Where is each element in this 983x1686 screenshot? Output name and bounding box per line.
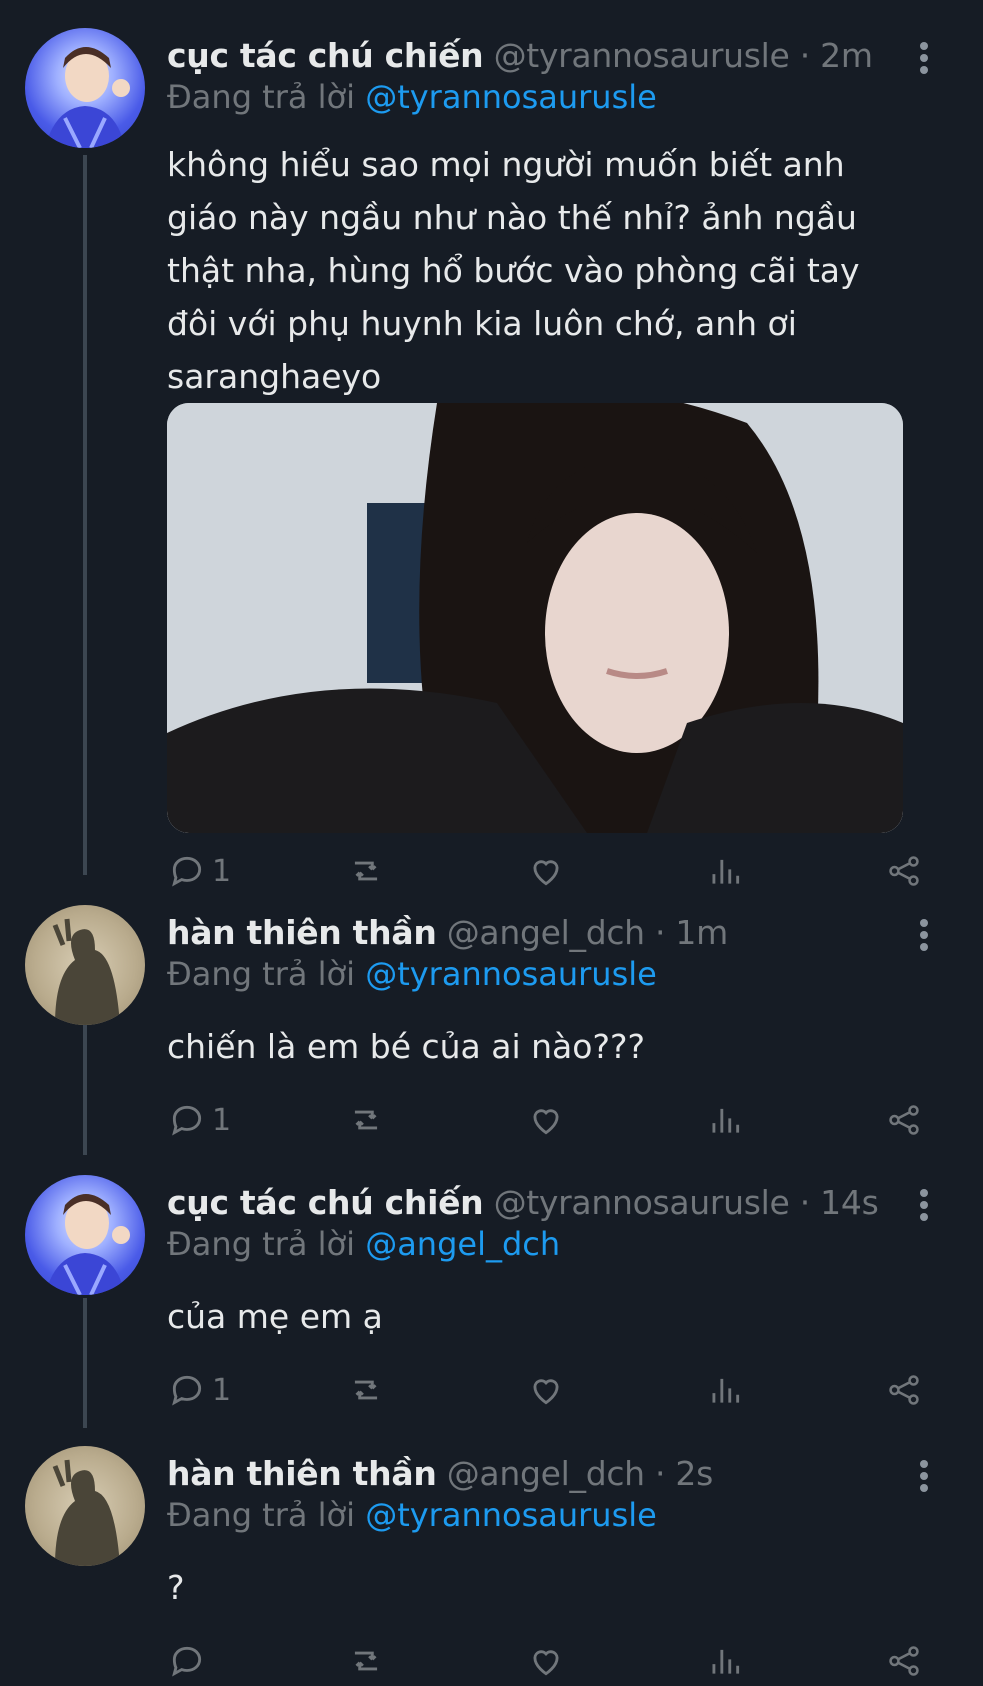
separator: · [655, 913, 666, 952]
views-button[interactable] [706, 1365, 744, 1415]
reply-button[interactable]: 1 [168, 846, 231, 896]
avatar[interactable] [25, 1175, 145, 1295]
reply-context: Đang trả lời @tyrannosaurusle [167, 955, 657, 993]
views-icon [712, 859, 740, 884]
heart-icon [533, 1109, 559, 1135]
tweet[interactable]: cục tác chú chiến @tyrannosaurusle · 2m … [0, 28, 983, 889]
user-handle[interactable]: @tyrannosaurusle [494, 36, 790, 75]
action-bar: 1 [0, 1095, 983, 1145]
action-bar: 1 [0, 1365, 983, 1415]
separator: · [655, 1454, 666, 1493]
views-button[interactable] [706, 846, 744, 896]
like-button[interactable] [527, 846, 565, 896]
tweet-text: không hiểu sao mọi người muốn biết anh g… [167, 145, 860, 396]
more-vertical-icon[interactable] [918, 919, 930, 959]
heart-icon [533, 1379, 559, 1405]
retweet-icon [354, 861, 378, 881]
views-icon [712, 1649, 740, 1674]
heart-icon [533, 1650, 559, 1676]
user-handle[interactable]: @angel_dch [447, 913, 645, 952]
tweet-header: hàn thiên thần @angel_dch · 2s [167, 1454, 713, 1493]
share-icon [889, 1105, 919, 1135]
display-name[interactable]: cục tác chú chiến [167, 1183, 484, 1222]
tweet-text: ? [167, 1568, 185, 1607]
reply-context: Đang trả lời @tyrannosaurusle [167, 1496, 657, 1534]
retweet-icon [354, 1380, 378, 1400]
reply-handle-link[interactable]: @angel_dch [365, 1225, 560, 1263]
retweet-icon [354, 1651, 378, 1671]
timestamp[interactable]: 14s [820, 1183, 879, 1222]
tweet-header: cục tác chú chiến @tyrannosaurusle · 2m [167, 36, 873, 75]
reply-count: 1 [212, 1102, 232, 1138]
separator: · [799, 1183, 811, 1222]
separator: · [799, 36, 811, 75]
retweet-button[interactable] [347, 1636, 385, 1686]
more-vertical-icon[interactable] [918, 42, 930, 82]
timestamp[interactable]: 2s [675, 1454, 713, 1493]
action-bar [0, 1636, 983, 1686]
like-button[interactable] [527, 1636, 565, 1686]
display-name[interactable]: hàn thiên thần [167, 1454, 437, 1493]
share-button[interactable] [885, 1365, 923, 1415]
tweet[interactable]: hàn thiên thần @angel_dch · 1m Đang trả … [0, 905, 983, 1145]
reply-count: 1 [212, 1372, 232, 1408]
display-name[interactable]: hàn thiên thần [167, 913, 437, 952]
avatar[interactable] [25, 905, 145, 1025]
timestamp[interactable]: 1m [675, 913, 728, 952]
like-button[interactable] [527, 1095, 565, 1145]
share-icon [889, 1375, 919, 1405]
reply-prefix: Đang trả lời [167, 1496, 356, 1534]
tweet-media-image[interactable] [167, 403, 903, 833]
user-handle[interactable]: @angel_dch [447, 1454, 645, 1493]
reply-prefix: Đang trả lời [167, 78, 356, 116]
tweet-text: chiến là em bé của ai nào??? [167, 1027, 646, 1066]
reply-icon [172, 1375, 202, 1406]
reply-count: 1 [212, 853, 232, 889]
views-button[interactable] [706, 1095, 744, 1145]
avatar[interactable] [25, 1446, 145, 1566]
share-icon [889, 856, 919, 886]
reply-button[interactable] [168, 1636, 212, 1686]
reply-context: Đang trả lời @tyrannosaurusle [167, 78, 657, 116]
reply-handle-link[interactable]: @tyrannosaurusle [365, 1496, 657, 1534]
like-button[interactable] [527, 1365, 565, 1415]
reply-icon [172, 856, 202, 887]
tweet-text: của mẹ em ạ [167, 1297, 383, 1336]
reply-handle-link[interactable]: @tyrannosaurusle [365, 78, 657, 116]
reply-prefix: Đang trả lời [167, 1225, 356, 1263]
timestamp[interactable]: 2m [820, 36, 873, 75]
more-vertical-icon[interactable] [918, 1189, 930, 1229]
views-button[interactable] [706, 1636, 744, 1686]
reply-context: Đang trả lời @angel_dch [167, 1225, 560, 1263]
share-button[interactable] [885, 1095, 923, 1145]
more-vertical-icon[interactable] [918, 1460, 930, 1500]
tweet[interactable]: cục tác chú chiến @tyrannosaurusle · 14s… [0, 1175, 983, 1415]
views-icon [712, 1108, 740, 1133]
reply-prefix: Đang trả lời [167, 955, 356, 993]
retweet-button[interactable] [347, 1365, 385, 1415]
reply-icon [172, 1105, 202, 1136]
retweet-button[interactable] [347, 846, 385, 896]
reply-icon [172, 1646, 202, 1677]
reply-button[interactable]: 1 [168, 1095, 231, 1145]
reply-handle-link[interactable]: @tyrannosaurusle [365, 955, 657, 993]
retweet-button[interactable] [347, 1095, 385, 1145]
share-icon [889, 1646, 919, 1676]
avatar[interactable] [25, 28, 145, 148]
display-name[interactable]: cục tác chú chiến [167, 36, 484, 75]
share-button[interactable] [885, 846, 923, 896]
share-button[interactable] [885, 1636, 923, 1686]
reply-button[interactable]: 1 [168, 1365, 231, 1415]
tweet-header: hàn thiên thần @angel_dch · 1m [167, 913, 728, 952]
action-bar: 1 [0, 846, 983, 896]
heart-icon [533, 860, 559, 886]
tweet-header: cục tác chú chiến @tyrannosaurusle · 14s [167, 1183, 879, 1222]
tweet[interactable]: hàn thiên thần @angel_dch · 2s Đang trả … [0, 1446, 983, 1677]
user-handle[interactable]: @tyrannosaurusle [494, 1183, 790, 1222]
views-icon [712, 1378, 740, 1403]
retweet-icon [354, 1110, 378, 1130]
